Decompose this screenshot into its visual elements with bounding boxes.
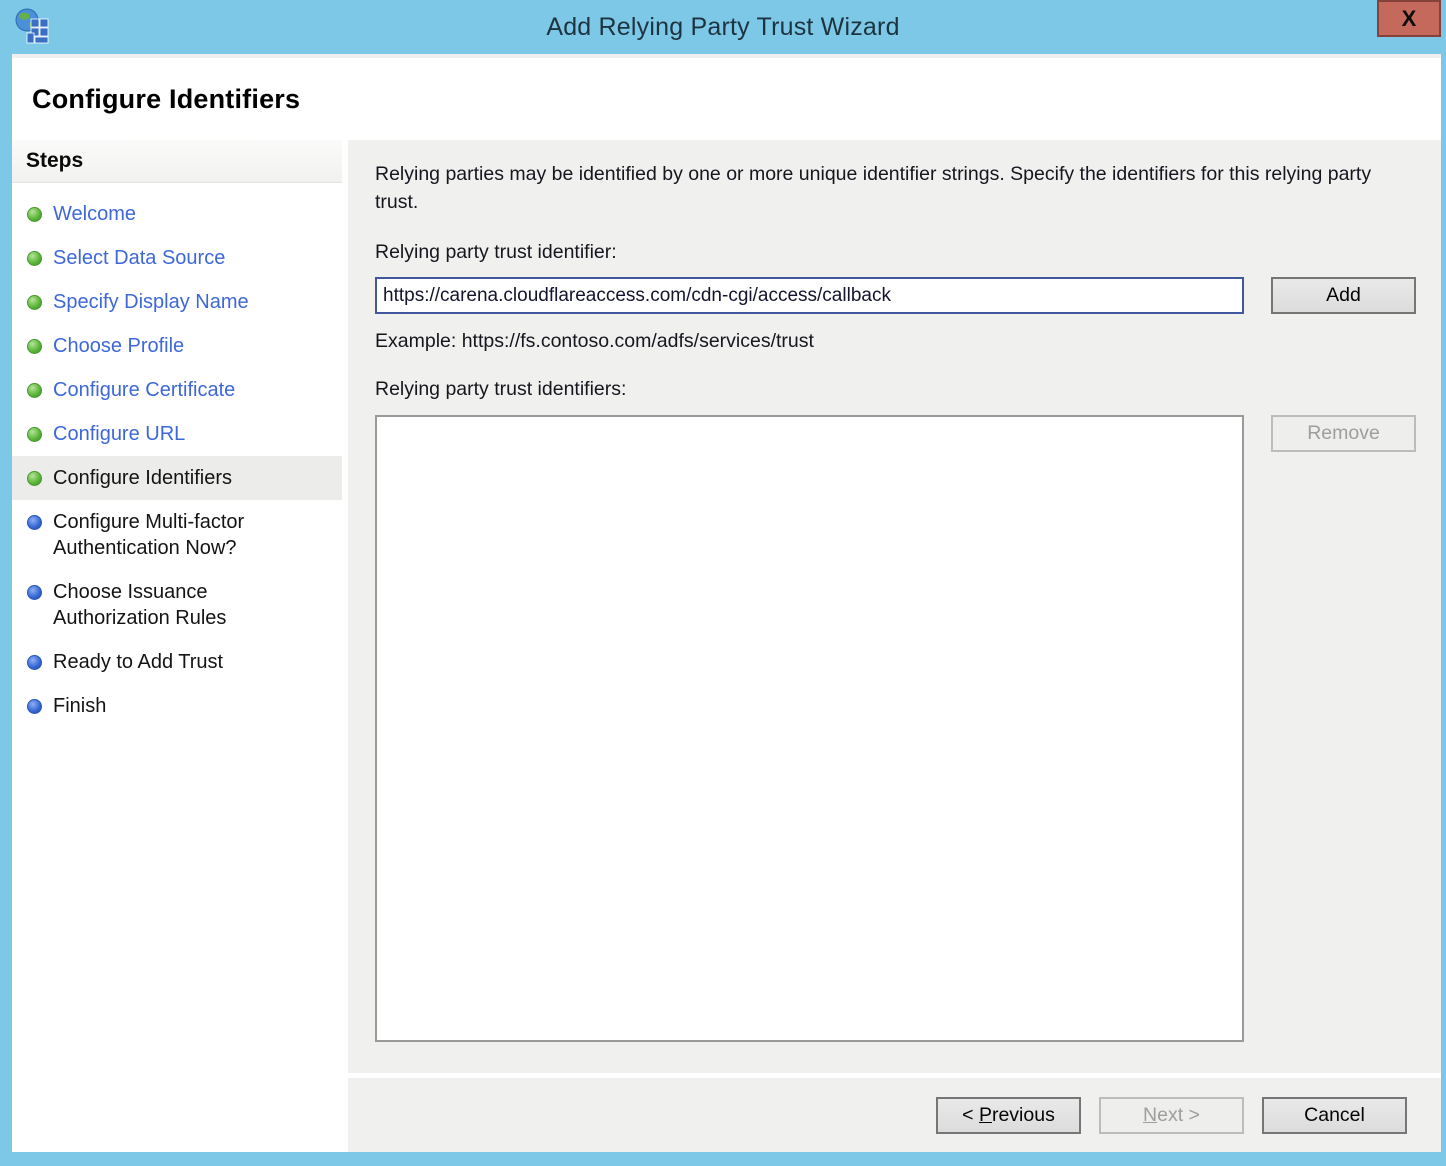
step-label: Specify Display Name [53,289,249,315]
step-status-dot [27,471,42,486]
step-label: Choose Profile [53,333,184,359]
window-title: Add Relying Party Trust Wizard [0,0,1446,54]
step-status-dot [27,699,42,714]
steps-list: Welcome Select Data Source Specify Display… [12,183,342,728]
next-button-accel: N [1143,1104,1157,1126]
step-label: Configure Certificate [53,377,235,403]
step-status-dot [27,515,42,530]
next-button-rest: ext > [1157,1104,1200,1126]
previous-button[interactable]: < Previous [936,1097,1081,1134]
step-item-choose-issuance-authorization-rules: Choose Issuance Authorization Rules [12,570,342,640]
step-item-configure-multi-factor-authentication-now: Configure Multi-factor Authentication No… [12,500,342,570]
step-item-ready-to-add-trust: Ready to Add Trust [12,640,342,684]
title-bar: Add Relying Party Trust Wizard X [0,0,1446,54]
identifiers-list-label: Relying party trust identifiers: [375,378,1416,401]
step-label: Finish [53,693,106,719]
step-item-configure-certificate[interactable]: Configure Certificate [12,368,342,412]
cancel-button[interactable]: Cancel [1262,1097,1407,1134]
footer-bar: < Previous Next > Cancel [348,1078,1441,1152]
step-label: Configure Identifiers [53,465,232,491]
step-status-dot [27,339,42,354]
page-header: Configure Identifiers [12,54,1441,140]
close-button[interactable]: X [1377,0,1441,37]
step-label: Welcome [53,201,136,227]
identifier-field-label: Relying party trust identifier: [375,241,1416,264]
step-status-dot [27,295,42,310]
steps-header: Steps [12,140,342,183]
step-label: Configure URL [53,421,185,447]
previous-button-rest: revious [992,1104,1055,1126]
step-label: Configure Multi-factor Authentication No… [53,509,293,561]
content-panel: Relying parties may be identified by one… [348,140,1441,1073]
step-item-welcome[interactable]: Welcome [12,192,342,236]
step-item-specify-display-name[interactable]: Specify Display Name [12,280,342,324]
steps-sidebar: Steps Welcome Select Data Source Specify D… [12,140,342,1152]
close-icon: X [1402,6,1417,32]
step-item-configure-identifiers: Configure Identifiers [12,456,342,500]
step-item-choose-profile[interactable]: Choose Profile [12,324,342,368]
remove-button: Remove [1271,415,1416,452]
step-label: Select Data Source [53,245,225,271]
identifiers-listbox[interactable] [375,415,1244,1042]
wizard-dialog: Configure Identifiers Steps Welcome Selec… [12,54,1441,1152]
step-status-dot [27,427,42,442]
next-button: Next > [1099,1097,1244,1134]
previous-button-prefix: < [962,1104,979,1126]
step-status-dot [27,655,42,670]
wizard-window: Add Relying Party Trust Wizard X Configu… [0,0,1446,1166]
add-button[interactable]: Add [1271,277,1416,314]
step-status-dot [27,585,42,600]
step-status-dot [27,251,42,266]
previous-button-accel: P [979,1104,992,1126]
page-description: Relying parties may be identified by one… [375,160,1405,216]
step-item-configure-url[interactable]: Configure URL [12,412,342,456]
step-item-finish: Finish [12,684,342,728]
step-item-select-data-source[interactable]: Select Data Source [12,236,342,280]
example-text: Example: https://fs.contoso.com/adfs/ser… [375,330,1416,353]
step-label: Ready to Add Trust [53,649,223,675]
relying-party-identifier-input[interactable] [375,277,1244,314]
step-status-dot [27,207,42,222]
step-status-dot [27,383,42,398]
step-label: Choose Issuance Authorization Rules [53,579,293,631]
page-title: Configure Identifiers [32,84,300,115]
